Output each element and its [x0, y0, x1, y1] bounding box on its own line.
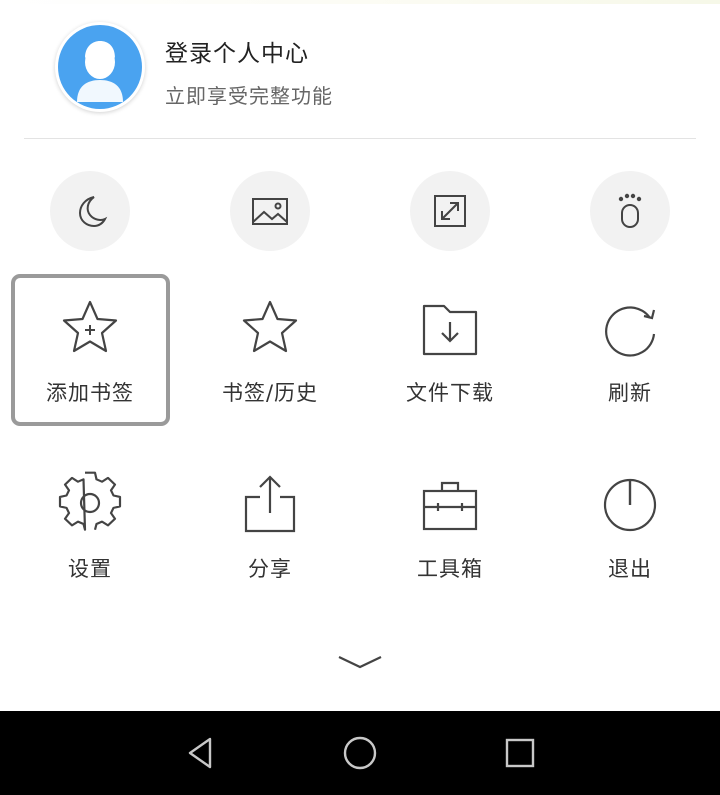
star-plus-icon [58, 296, 122, 360]
divider [24, 138, 696, 139]
share-label: 分享 [248, 557, 292, 581]
exit-label: 退出 [608, 557, 652, 581]
home-button[interactable] [339, 732, 381, 774]
collapse-menu-button[interactable] [330, 645, 390, 679]
bookmarks-history-button[interactable]: 书签/历史 [180, 290, 360, 440]
avatar[interactable] [55, 22, 145, 112]
night-mode-toggle[interactable] [50, 171, 130, 251]
settings-button[interactable]: 设置 [0, 465, 180, 615]
share-button[interactable]: 分享 [180, 465, 360, 615]
downloads-label: 文件下载 [406, 381, 494, 405]
settings-label: 设置 [68, 557, 112, 581]
gear-icon [58, 471, 122, 535]
add-bookmark-label: 添加书签 [46, 381, 134, 405]
refresh-icon [598, 296, 662, 360]
home-icon [343, 736, 377, 770]
downloads-button[interactable]: 文件下载 [360, 290, 540, 440]
power-icon [598, 471, 662, 535]
toolbox-icon [418, 471, 482, 535]
footprint-icon [618, 193, 642, 228]
back-button[interactable] [179, 732, 221, 774]
toolbox-label: 工具箱 [417, 557, 483, 581]
no-image-toggle[interactable] [230, 171, 310, 251]
bookmarks-history-label: 书签/历史 [221, 381, 319, 405]
star-icon [238, 296, 302, 360]
refresh-button[interactable]: 刷新 [540, 290, 720, 440]
recents-icon [505, 738, 535, 768]
toolbox-button[interactable]: 工具箱 [360, 465, 540, 615]
share-icon [238, 471, 302, 535]
profile-header[interactable]: 登录个人中心 立即享受完整功能 [0, 0, 720, 138]
profile-title[interactable]: 登录个人中心 [165, 34, 309, 68]
profile-subtitle: 立即享受完整功能 [165, 84, 333, 108]
fullscreen-toggle[interactable] [410, 171, 490, 251]
fullscreen-icon [434, 195, 466, 227]
image-icon [252, 198, 288, 225]
system-nav-bar [0, 711, 720, 795]
avatar-icon [58, 25, 142, 109]
download-folder-icon [418, 296, 482, 360]
chevron-down-icon [338, 656, 382, 669]
exit-button[interactable]: 退出 [540, 465, 720, 615]
refresh-label: 刷新 [608, 381, 652, 405]
incognito-toggle[interactable] [590, 171, 670, 251]
recents-button[interactable] [499, 732, 541, 774]
moon-icon [78, 196, 108, 228]
add-bookmark-button[interactable]: 添加书签 [0, 290, 180, 440]
back-icon [188, 737, 212, 769]
